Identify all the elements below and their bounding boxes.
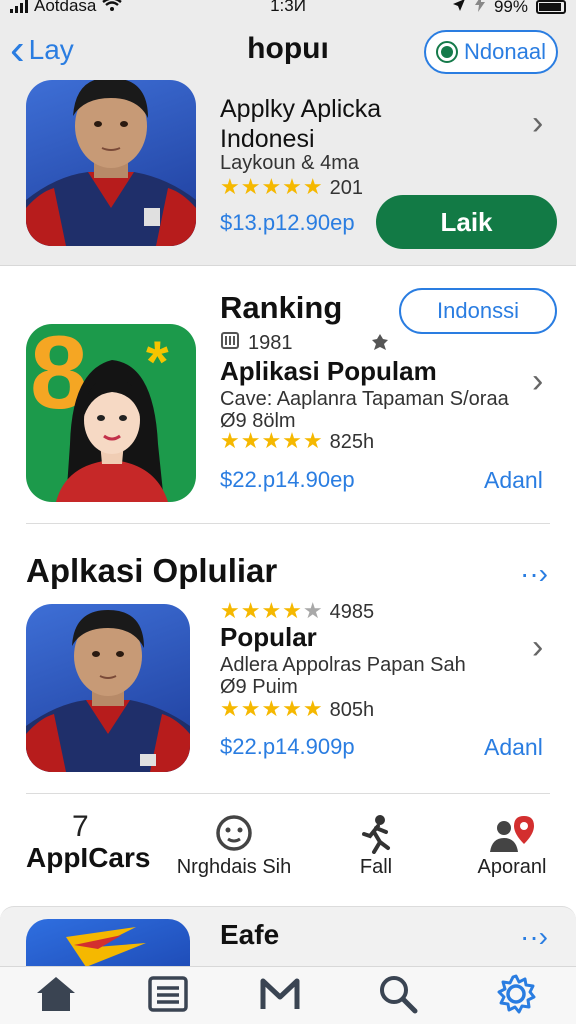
- section-divider: [26, 523, 550, 524]
- tab-list[interactable]: [144, 975, 192, 1017]
- status-right: 99%: [452, 0, 566, 17]
- tab-search[interactable]: [374, 975, 422, 1017]
- popular-top-rating-count: 4985: [329, 601, 375, 623]
- category-label: Fall: [359, 856, 393, 878]
- region-label: Ndonaal: [464, 39, 546, 64]
- chevron-right-icon[interactable]: ›: [532, 628, 543, 667]
- featured-app-card[interactable]: Applky Aplicka Indonesi Laykoun & 4ma ★★…: [0, 80, 576, 266]
- ranking-price: $22.p14.90ep: [220, 467, 355, 492]
- popular-rating: ★★★★★ 805h: [220, 696, 374, 722]
- charging-icon: [474, 0, 486, 17]
- section-divider: [26, 793, 550, 794]
- rating-stars-icon: ★★★★★: [220, 696, 324, 721]
- gear-icon: [496, 974, 536, 1019]
- category-row: 7 AppICars Nrghdais Sih Fall Aporanl: [0, 812, 576, 900]
- ranking-rank-row: 1981: [220, 330, 293, 356]
- battery-percent: 99%: [493, 0, 528, 16]
- see-all-arrow-icon[interactable]: ··›: [520, 558, 548, 590]
- list-icon: [148, 975, 188, 1017]
- search-icon: [378, 974, 418, 1019]
- seven-icon: 7: [72, 810, 89, 843]
- category-label: Aporanl: [477, 856, 547, 878]
- ranking-app-icon: 8 *: [26, 324, 196, 502]
- tab-bar: [0, 966, 576, 1024]
- popular-heading: Aplkasi Opluliar: [26, 552, 278, 589]
- rating-stars-icon: ★★★★★: [220, 598, 324, 623]
- face-icon: [172, 814, 296, 854]
- rating-stars-icon: ★★★★★: [220, 428, 324, 453]
- category-apoanl[interactable]: Aporanl: [462, 814, 562, 879]
- region-button[interactable]: Ndonaal: [424, 30, 558, 74]
- runner-icon: [330, 814, 422, 854]
- popular-app-icon: [26, 604, 190, 772]
- featured-app-subtitle: Laykoun & 4ma: [220, 152, 359, 174]
- location-icon: [452, 0, 466, 17]
- tab-m[interactable]: [256, 975, 304, 1017]
- status-bar: Aotdasa 1:3И 99%: [0, 0, 576, 22]
- popular-rating-count: 805h: [329, 699, 375, 721]
- popular-price: $22.p14.909p: [220, 734, 355, 759]
- ranking-app-description: Cave: Aaplanra Tapaman S/oraa: [220, 388, 509, 410]
- ranking-get-link[interactable]: Adanl: [484, 467, 543, 494]
- battery-icon: [536, 0, 566, 14]
- get-button[interactable]: Laik: [376, 195, 557, 249]
- category-nrghdais[interactable]: Nrghdais Sih: [172, 814, 296, 879]
- tab-settings[interactable]: [492, 974, 540, 1019]
- ranking-rating-count: 825h: [329, 431, 375, 453]
- home-icon: [35, 975, 77, 1018]
- featured-rating: ★★★★★ 201: [220, 174, 363, 200]
- bottom-app-card[interactable]: Eafe ··›: [0, 906, 576, 989]
- puzzle-icon: [370, 332, 390, 357]
- rating-stars-icon: ★★★★★: [220, 174, 324, 199]
- region-dot-icon: [436, 41, 459, 63]
- category-fall[interactable]: Fall: [330, 814, 422, 879]
- ranking-heading: Ranking: [220, 290, 343, 325]
- m-icon: [259, 977, 301, 1016]
- popular-get-link[interactable]: Adanl: [484, 734, 543, 761]
- popular-app-description: Adlera Appolras Papan Sah: [220, 654, 466, 676]
- featured-app-icon: [26, 80, 196, 246]
- chevron-right-icon[interactable]: ›: [532, 104, 543, 143]
- featured-app-title: Applky Aplicka Indonesi: [220, 95, 382, 153]
- category-appcars[interactable]: 7 AppICars: [26, 812, 156, 874]
- ranking-rank: 1981: [248, 331, 293, 354]
- ranking-region-button[interactable]: Indonssi: [399, 288, 557, 334]
- see-all-arrow-icon[interactable]: ··›: [520, 921, 548, 953]
- person-pin-icon: [462, 814, 562, 854]
- nav-header: ‹ Lay hopuı Ndonaal: [0, 22, 576, 82]
- bottom-app-title: Eafe: [220, 919, 280, 950]
- ranking-rating: ★★★★★ 825h: [220, 428, 374, 454]
- popular-top-rating: ★★★★★ 4985: [220, 598, 374, 624]
- category-label: AppICars: [26, 842, 151, 873]
- popular-app-title: Popular: [220, 622, 317, 652]
- featured-price: $13.p12.90ep: [220, 210, 355, 235]
- svg-text:*: *: [146, 330, 169, 395]
- chevron-right-icon[interactable]: ›: [532, 362, 543, 401]
- category-label: Nrghdais Sih: [176, 856, 292, 878]
- rank-badge-icon: [220, 330, 240, 356]
- featured-rating-count: 201: [329, 177, 363, 199]
- ranking-app-title: Aplikasi Populam: [220, 356, 437, 386]
- tab-home[interactable]: [32, 975, 80, 1017]
